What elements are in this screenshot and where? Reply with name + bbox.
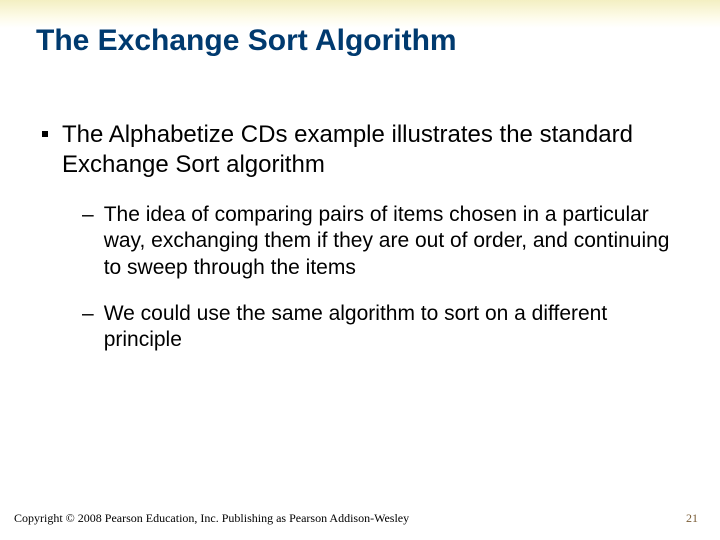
- bullet-text: The Alphabetize CDs example illustrates …: [62, 120, 684, 180]
- sub-bullet-item: – The idea of comparing pairs of items c…: [82, 202, 684, 281]
- sub-bullet-text: We could use the same algorithm to sort …: [104, 301, 684, 354]
- bullet-icon: [42, 131, 48, 137]
- dash-icon: –: [82, 202, 94, 228]
- sub-bullet-item: – We could use the same algorithm to sor…: [82, 301, 684, 354]
- slide: The Exchange Sort Algorithm The Alphabet…: [0, 0, 720, 540]
- copyright-footer: Copyright © 2008 Pearson Education, Inc.…: [14, 511, 409, 526]
- bullet-item: The Alphabetize CDs example illustrates …: [36, 120, 684, 180]
- dash-icon: –: [82, 301, 94, 327]
- slide-body: The Alphabetize CDs example illustrates …: [36, 120, 684, 373]
- page-number: 21: [686, 511, 698, 526]
- sub-bullet-text: The idea of comparing pairs of items cho…: [104, 202, 684, 281]
- slide-title: The Exchange Sort Algorithm: [36, 24, 457, 58]
